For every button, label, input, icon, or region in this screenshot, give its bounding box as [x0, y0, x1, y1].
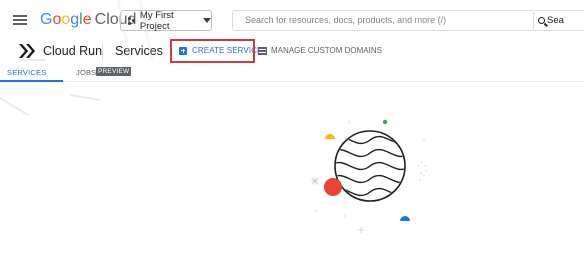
red-dot: [324, 178, 342, 196]
yellow-dot: [325, 134, 335, 139]
blue-dot: [400, 216, 410, 221]
green-dot: [382, 119, 388, 125]
empty-state-illustration: [311, 119, 427, 233]
